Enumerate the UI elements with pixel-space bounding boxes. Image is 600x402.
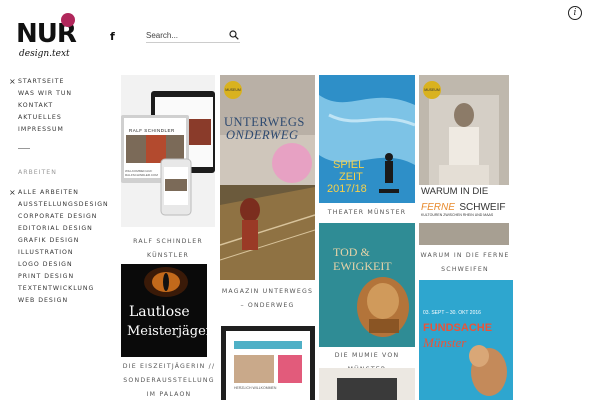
screen-welcome-heading: HERZLICH WILLKOMMEN	[234, 386, 277, 390]
filter-print-design[interactable]: PRINT DESIGN	[9, 271, 109, 283]
filter-editorial-design[interactable]: EDITORIAL DESIGN	[9, 223, 109, 235]
ferne-title-1: WARUM IN DIE	[421, 186, 489, 197]
screen-site-heading: WILLKOMMEN AUF RALFSCHINDLER.COM	[125, 169, 158, 177]
ferne-subtitle: KULTOUREN ZWISCHEN RHEIN UND MAAS	[421, 213, 494, 217]
theater-season-2: ZEIT	[339, 171, 363, 183]
screen-flower	[278, 355, 302, 383]
project-fundsache-muenster[interactable]: 03. SEPT – 30. OKT 2016 FUNDSACHE Münste…	[419, 280, 513, 400]
filter-textentwicklung[interactable]: TEXTENTWICKLUNG	[9, 283, 109, 295]
project-ralf-schindler[interactable]: RALF SCHINDLER WILLKOMMEN AUF RALFSCHIND…	[121, 75, 215, 227]
unterwegs-badge: MUSEUM	[224, 81, 242, 99]
project-eiszeitjaegerin[interactable]: Lautlose Meisterjäger	[121, 264, 207, 357]
filter-illustration[interactable]: ILLUSTRATION	[9, 247, 109, 259]
project-poster-partial[interactable]	[319, 368, 415, 400]
project-theater-muenster[interactable]: SPIEL ZEIT 2017/18	[319, 75, 415, 203]
nav-item-kontakt[interactable]: KONTAKT	[9, 100, 109, 112]
caption-warum-in-die-ferne[interactable]: WARUM IN DIE FERNE SCHWEIFEN	[419, 249, 511, 277]
filter-alle-arbeiten[interactable]: ALLE ARBEITEN	[9, 187, 109, 199]
logo[interactable]: NUR design.text	[16, 13, 78, 65]
search-input[interactable]	[146, 29, 226, 41]
screen-site-title: RALF SCHINDLER	[129, 128, 175, 133]
facebook-icon[interactable]: f	[110, 31, 120, 43]
unterwegs-title-2: ONDERWEG	[226, 128, 299, 142]
nav-item-aktuelles[interactable]: AKTUELLES	[9, 112, 109, 124]
project-mumie-von-muenster[interactable]: TOD & EWIGKEIT	[319, 223, 415, 347]
device-mockup-image	[121, 91, 215, 216]
ferne-title-band: WARUM IN DIE FERNE SCHWEIF KULTOUREN ZWI…	[419, 185, 509, 223]
info-icon[interactable]: i	[568, 6, 582, 20]
nav-item-impressum[interactable]: IMPRESSUM	[9, 124, 109, 136]
project-unterwegs-onderweg[interactable]: MUSEUM UNTERWEGS ONDERWEG	[220, 75, 315, 280]
eiszeit-title-2: Meisterjäger	[127, 324, 207, 339]
search-box	[146, 29, 240, 43]
filter-grafik-design[interactable]: GRAFIK DESIGN	[9, 235, 109, 247]
filter-logo-design[interactable]: LOGO DESIGN	[9, 259, 109, 271]
theater-season-3: 2017/18	[327, 183, 367, 195]
ferne-title-accent: FERNE	[421, 202, 455, 213]
logo-dot-icon	[61, 13, 75, 27]
nav-item-was-wir-tun[interactable]: WAS WIR TUN	[9, 88, 109, 100]
angel-sculpture-image	[469, 345, 507, 396]
screen-banner	[234, 341, 302, 349]
nav-item-startseite[interactable]: STARTSEITE	[9, 76, 109, 88]
caption-unterwegs-onderweg[interactable]: MAGAZIN UNTERWEGS – ONDERWEG	[220, 285, 315, 313]
filter-web-design[interactable]: WEB DESIGN	[9, 295, 109, 307]
theater-season-1: SPIEL	[333, 159, 365, 171]
filter-ausstellungsdesign[interactable]: AUSSTELLUNGSDESIGN	[9, 199, 109, 211]
poster-partial-image	[337, 378, 397, 400]
nav-section-title: ARBEITEN	[18, 169, 57, 176]
sidebar-nav: STARTSEITE WAS WIR TUN KONTAKT AKTUELLES…	[9, 76, 109, 307]
caption-theater-muenster[interactable]: THEATER MÜNSTER	[319, 206, 415, 220]
project-warum-in-die-ferne[interactable]: MUSEUM WARUM IN DIE FERNE SCHWEIF KULTOU…	[419, 75, 509, 245]
project-herzlich-willkommen[interactable]: HERZLICH WILLKOMMEN	[221, 326, 315, 400]
ferne-badge: MUSEUM	[423, 81, 441, 99]
screen-photo	[234, 355, 274, 383]
logo-tagline: design.text	[19, 49, 70, 59]
caption-eiszeitjaegerin[interactable]: DIE EISZEITJÄGERIN // SONDERAUSSTELLUNG …	[121, 360, 217, 402]
eiszeit-title-1: Lautlose	[129, 304, 190, 320]
magazine-cover-image	[220, 75, 315, 280]
ferne-title-end: SCHWEIF	[459, 202, 506, 213]
filter-corporate-design[interactable]: CORPORATE DESIGN	[9, 211, 109, 223]
browser-screen: HERZLICH WILLKOMMEN	[226, 331, 310, 400]
nav-divider	[18, 148, 30, 149]
mummy-mask-image	[357, 277, 409, 337]
caption-ralf-schindler[interactable]: RALF SCHINDLER KÜNSTLER	[123, 235, 213, 263]
search-icon[interactable]	[229, 30, 239, 40]
